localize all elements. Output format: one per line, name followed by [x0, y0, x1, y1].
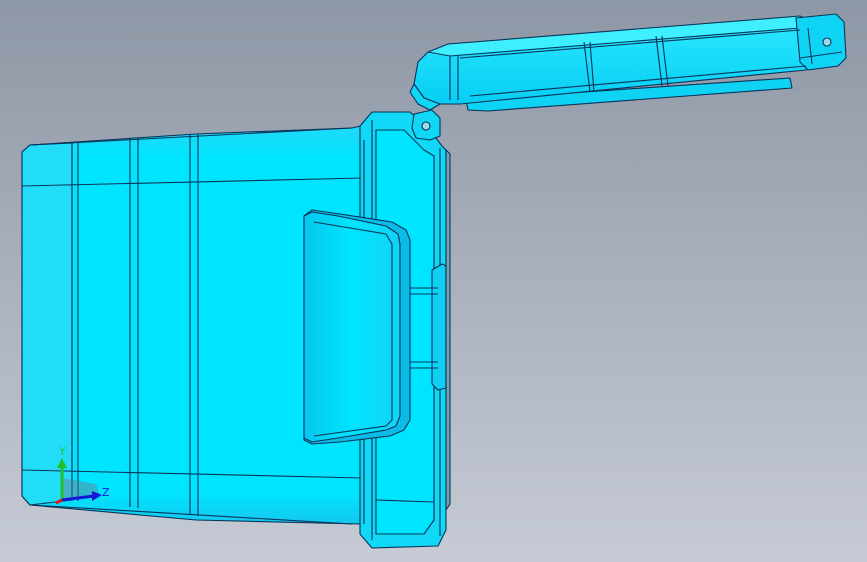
flange-hinge-hole: [421, 121, 431, 131]
y-axis-label: Y: [58, 445, 66, 458]
handle-part[interactable]: [303, 209, 411, 445]
handle-face: [303, 211, 401, 443]
lid-hinge-hole: [822, 37, 832, 47]
flange-back-edge: [445, 149, 451, 511]
z-axis-label: Z: [102, 486, 110, 499]
flange-rail: [431, 263, 447, 391]
model-scene[interactable]: Y Z: [0, 0, 867, 562]
cad-viewport[interactable]: Y Z: [0, 0, 867, 562]
lid-end-cap: [795, 13, 847, 71]
